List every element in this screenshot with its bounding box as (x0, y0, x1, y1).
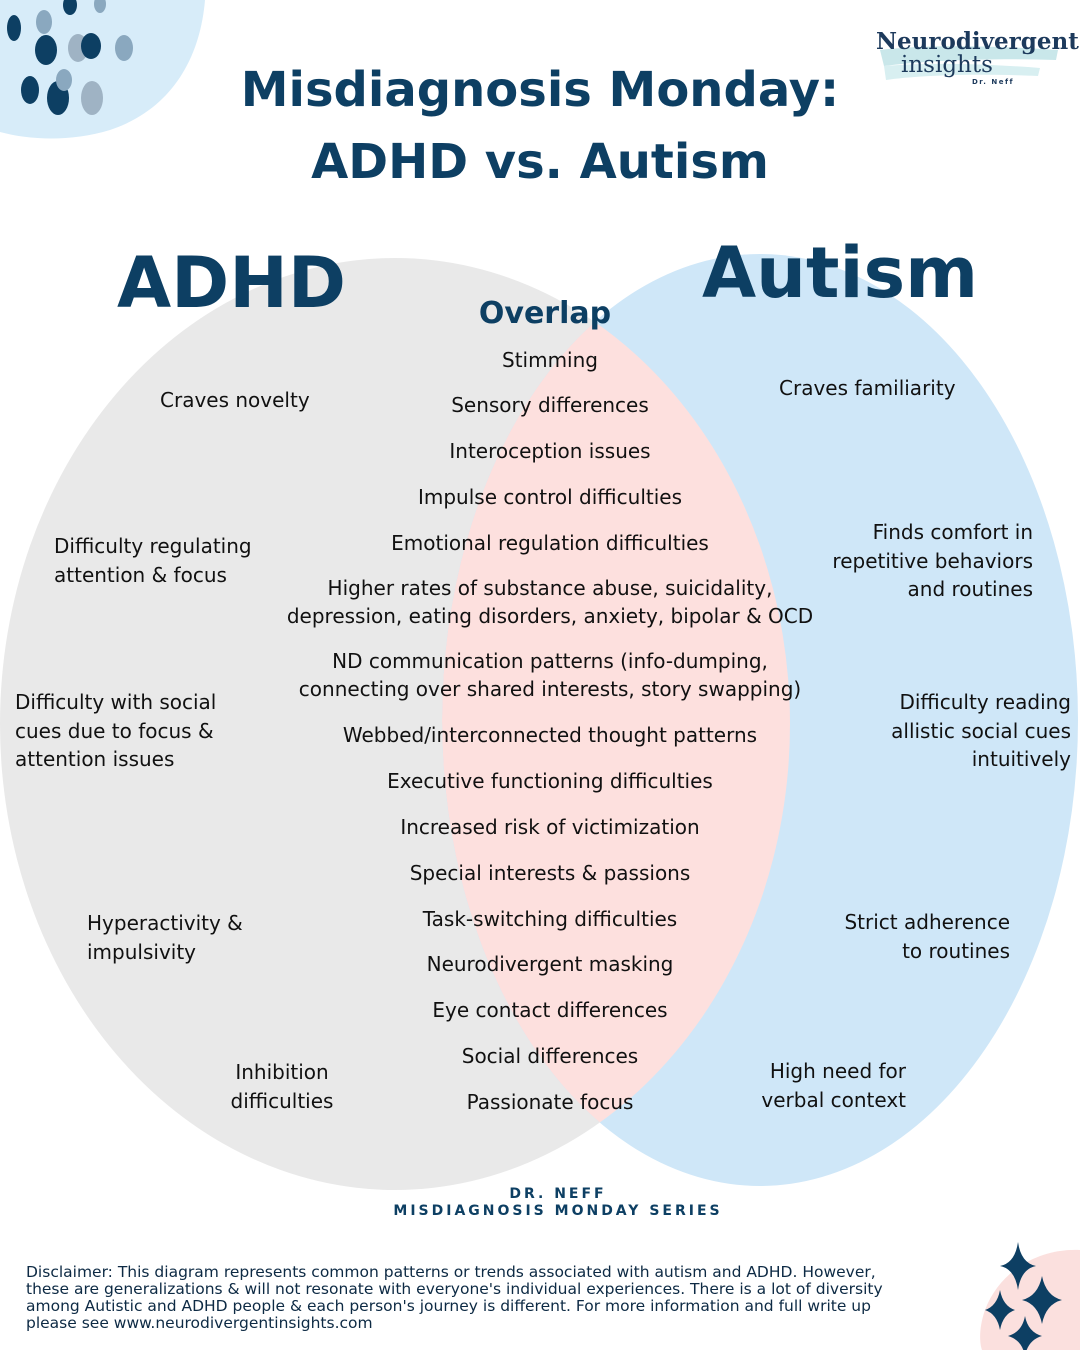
adhd-item: Craves novelty (160, 388, 310, 412)
adhd-item: Difficulty regulating attention & focus (54, 534, 252, 587)
overlap-item: Increased risk of victimization (400, 815, 700, 839)
autism-item: Strict adherence to routines (844, 910, 1010, 963)
overlap-item: Higher rates of substance abuse, suicida… (286, 576, 814, 628)
page-title-line2: ADHD vs. Autism (311, 134, 769, 190)
overlap-item: Neurodivergent masking (426, 952, 674, 976)
overlap-label: Overlap (478, 296, 612, 331)
autism-item: Craves familiarity (779, 376, 956, 400)
overlap-item: Executive functioning difficulties (387, 769, 713, 793)
adhd-item: Hyperactivity & impulsivity (87, 911, 243, 964)
overlap-item: ND communication patterns (info-dumping,… (298, 649, 802, 701)
autism-item: High need for verbal context (761, 1059, 906, 1112)
overlap-item: Emotional regulation difficulties (391, 531, 709, 555)
overlap-item: Special interests & passions (409, 861, 691, 885)
page-title-line1: Misdiagnosis Monday: (240, 62, 840, 118)
overlap-item: Webbed/interconnected thought patterns (342, 723, 758, 747)
logo-brand-line1: Neurodivergent (876, 28, 1079, 55)
adhd-item: Inhibition difficulties (230, 1060, 334, 1113)
overlap-item: Sensory differences (451, 393, 649, 417)
autism-item: Difficulty reading allistic social cues … (891, 690, 1071, 771)
overlap-item: Interoception issues (449, 439, 651, 463)
adhd-item: Difficulty with social cues due to focus… (15, 690, 217, 771)
autism-item: Finds comfort in repetitive behaviors an… (832, 520, 1033, 601)
autism-label: Autism (702, 232, 979, 314)
overlap-item: Passionate focus (466, 1090, 634, 1114)
overlap-item: Impulse control difficulties (417, 485, 682, 509)
adhd-label: ADHD (117, 242, 346, 324)
overlap-item: Eye contact differences (432, 998, 668, 1022)
footer-series: MISDIAGNOSIS MONDAY SERIES (393, 1203, 723, 1219)
footer-author: DR. NEFF (509, 1186, 607, 1202)
disclaimer-text: Disclaimer: This diagram represents comm… (26, 1263, 883, 1332)
overlap-item: Social differences (461, 1044, 639, 1068)
overlap-item: Task-switching difficulties (422, 907, 678, 931)
overlap-item: Stimming (502, 348, 598, 372)
